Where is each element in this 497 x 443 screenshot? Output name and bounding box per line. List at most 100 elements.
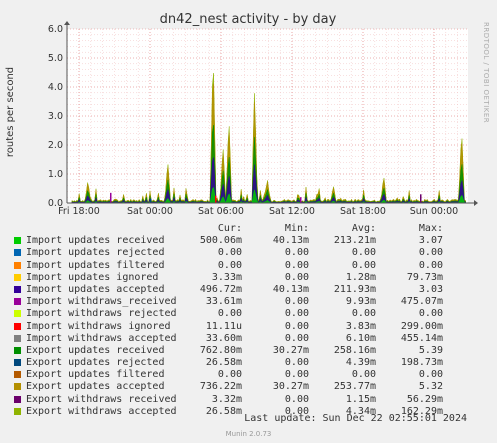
legend-cur: 33.61m	[205, 296, 242, 308]
withdraw-blip	[150, 198, 152, 203]
legend-row: Import withdraws rejected 0.00 0.00 0.00 0.0…	[14, 308, 443, 320]
legend-max: 0.00	[418, 308, 443, 320]
legend-min: 0.00	[284, 296, 309, 308]
legend-max: 455.14m	[400, 332, 443, 344]
y-tick-label: 1.0	[48, 169, 63, 180]
y-tick-label: 3.0	[48, 111, 63, 122]
legend-row: Import updates ignored 3.33m 0.00 1.28m 79.7…	[14, 272, 443, 284]
x-axis-arrow	[474, 200, 478, 206]
withdraw-blip	[215, 195, 217, 203]
last-update: Last update: Sun Dec 22 02:55:01 2024	[244, 413, 467, 424]
legend-cur: 26.58m	[205, 357, 242, 369]
x-tick-label: Sat 18:00	[340, 206, 386, 217]
legend-series-name: Export withdraws received	[26, 393, 177, 405]
legend-min: 0.00	[284, 320, 309, 332]
legend-cur: 0.00	[217, 369, 242, 381]
legend-min: 0.00	[284, 332, 309, 344]
legend-max: 198.73m	[400, 357, 443, 369]
legend-avg: 213.21m	[333, 235, 376, 247]
withdraw-blip	[420, 194, 422, 203]
legend-series-name: Import withdraws_received	[26, 296, 177, 308]
legend-min: 0.00	[284, 247, 309, 259]
legend-cur: 0.00	[217, 308, 242, 320]
legend-min: 0.00	[284, 259, 309, 271]
legend-min: 0.00	[284, 308, 309, 320]
legend-series-name: Export updates rejected	[26, 357, 165, 369]
legend-cur: 762.80m	[199, 344, 242, 356]
legend-swatch	[14, 371, 21, 379]
legend-swatch	[14, 334, 21, 342]
legend-row: Export updates rejected 26.58m 0.00 4.39m 19…	[14, 357, 443, 369]
legend-series-name: Export updates filtered	[26, 369, 165, 381]
legend-min: 30.27m	[272, 381, 309, 393]
legend-row: Export updates accepted 736.22m 30.27m 253.…	[14, 381, 443, 393]
y-axis-arrow	[64, 21, 70, 25]
legend-row: Import updates received 500.06m 40.13m 213.…	[14, 235, 443, 247]
legend-series-name: Export updates received	[26, 344, 165, 356]
legend-cur: 26.58m	[205, 405, 242, 417]
legend-max: 56.29m	[406, 393, 443, 405]
legend-row: Import withdraws accepted 33.60m 0.00 6.10m…	[14, 333, 443, 345]
legend-max: 5.39	[418, 344, 443, 356]
legend-header-max: Max:	[418, 223, 443, 234]
legend-table: Cur: Min: Avg: Max: Import updates recei…	[14, 223, 443, 418]
legend-avg: 253.77m	[333, 381, 376, 393]
legend-avg: 3.83m	[345, 320, 376, 332]
legend-swatch	[14, 310, 21, 318]
legend-row: Import updates filtered 0.00 0.00 0.00 0.00	[14, 260, 443, 272]
legend-max: 299.00m	[400, 320, 443, 332]
legend-max: 3.07	[418, 235, 443, 247]
legend-row: Export withdraws received 3.32m 0.00 1.15m 5…	[14, 394, 443, 406]
legend-swatch	[14, 261, 21, 269]
legend-series-name: Import updates filtered	[26, 259, 165, 271]
legend-cur: 3.32m	[211, 393, 242, 405]
withdraw-blip	[300, 197, 302, 203]
legend-series-name: Export withdraws accepted	[26, 405, 177, 417]
legend-header-cur: Cur:	[217, 223, 242, 234]
x-tick-label: Sun 00:00	[410, 206, 458, 217]
legend-min: 0.00	[284, 369, 309, 381]
legend-avg: 0.00	[351, 369, 376, 381]
legend-avg: 4.39m	[345, 357, 376, 369]
legend-cur: 500.06m	[199, 235, 242, 247]
y-tick-label: 4.0	[48, 82, 63, 93]
y-axis-label: routes per second	[5, 67, 16, 157]
legend-min: 30.27m	[272, 344, 309, 356]
legend-avg: 1.28m	[345, 271, 376, 283]
legend-swatch	[14, 407, 21, 415]
legend-swatch	[14, 273, 21, 281]
legend-series-name: Import updates ignored	[26, 271, 159, 283]
legend-cur: 0.00	[217, 247, 242, 259]
legend-series-name: Import withdraws rejected	[26, 308, 177, 320]
legend-series-name: Import updates accepted	[26, 283, 165, 295]
legend-swatch	[14, 346, 21, 354]
legend-cur: 11.11u	[205, 320, 242, 332]
legend-row: Import withdraws_received 33.61m 0.00 9.93m…	[14, 296, 443, 308]
legend-swatch	[14, 322, 21, 330]
legend-row: Import updates accepted 496.72m 40.13m 211.…	[14, 284, 443, 296]
legend-row: Import updates rejected 0.00 0.00 0.00 0.00	[14, 247, 443, 259]
legend-header-avg: Avg:	[351, 223, 376, 234]
legend-cur: 33.60m	[205, 332, 242, 344]
legend-min: 0.00	[284, 271, 309, 283]
legend-max: 5.32	[418, 381, 443, 393]
x-tick-label: Sat 00:00	[127, 206, 173, 217]
y-tick-label: 5.0	[48, 53, 63, 64]
legend-series-name: Import updates rejected	[26, 247, 165, 259]
legend-min: 40.13m	[272, 235, 309, 247]
legend-swatch	[14, 237, 21, 245]
legend-swatch	[14, 383, 21, 391]
legend-min: 0.00	[284, 393, 309, 405]
legend-row: Export updates filtered 0.00 0.00 0.00 0.00	[14, 369, 443, 381]
legend-swatch	[14, 249, 21, 257]
x-tick-label: Sat 12:00	[269, 206, 315, 217]
legend-max: 79.73m	[406, 271, 443, 283]
legend-cur: 736.22m	[199, 381, 242, 393]
legend-avg: 0.00	[351, 308, 376, 320]
legend-cur: 0.00	[217, 259, 242, 271]
legend-cur: 496.72m	[199, 283, 242, 295]
legend-avg: 0.00	[351, 259, 376, 271]
legend-avg: 9.93m	[345, 296, 376, 308]
legend-max: 0.00	[418, 259, 443, 271]
x-tick-label: Fri 18:00	[58, 206, 100, 217]
